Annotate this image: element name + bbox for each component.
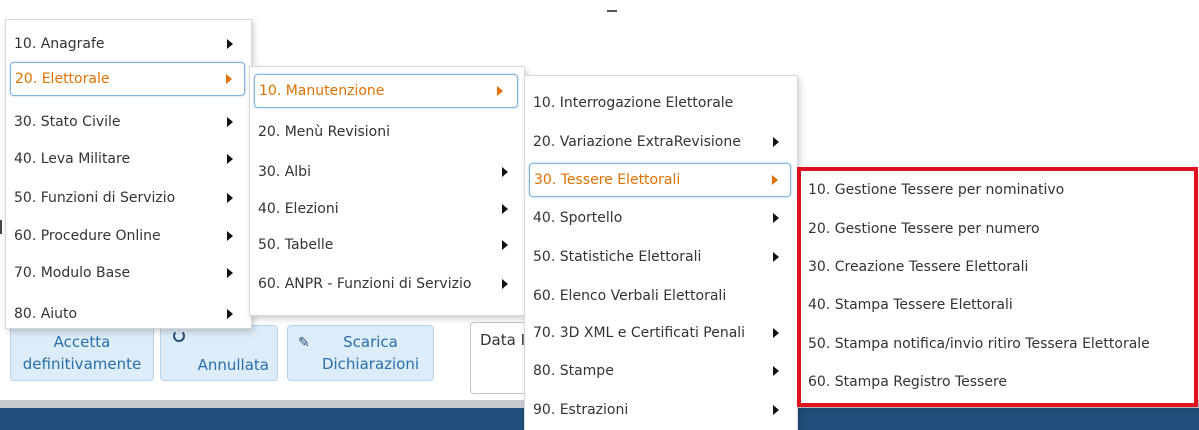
menu-item-label: 40. Elezioni bbox=[258, 201, 339, 217]
menu-item-interrogazione[interactable]: 10. Interrogazione Elettorale bbox=[525, 86, 797, 120]
menu-item-variazione-extrarevisione[interactable]: 20. Variazione ExtraRevisione bbox=[525, 125, 797, 159]
menu-level-2: 10. Manutenzione 20. Menù Revisioni 30. … bbox=[249, 66, 525, 316]
menu-item-label: 60. Elenco Verbali Elettorali bbox=[533, 288, 727, 304]
menu-item-label: 30. Tessere Elettorali bbox=[534, 172, 681, 188]
menu-item-label: 20. Menù Revisioni bbox=[258, 124, 391, 140]
menu-item-label: 40. Sportello bbox=[533, 210, 623, 226]
submenu-arrow-icon bbox=[502, 167, 508, 177]
annullata-label: Annullata bbox=[197, 356, 269, 374]
submenu-arrow-icon bbox=[502, 204, 508, 214]
menu-level-1: 10. Anagrafe 20. Elettorale 30. Stato Ci… bbox=[5, 19, 252, 329]
menu-item-stampa-notifica[interactable]: 50. Stampa notifica/invio ritiro Tessera… bbox=[800, 327, 1196, 361]
submenu-arrow-icon bbox=[227, 39, 233, 49]
menu-level-3: 10. Interrogazione Elettorale 20. Variaz… bbox=[524, 75, 798, 430]
left-edge-mark bbox=[0, 220, 2, 234]
submenu-arrow-icon bbox=[227, 193, 233, 203]
scarica-label-line1: Scarica bbox=[343, 333, 398, 351]
menu-item-tabelle[interactable]: 50. Tabelle bbox=[250, 228, 524, 262]
menu-item-gestione-numero[interactable]: 20. Gestione Tessere per numero bbox=[800, 212, 1196, 246]
menu-item-elezioni[interactable]: 40. Elezioni bbox=[250, 192, 524, 226]
scarica-label-line2: Dichiarazioni bbox=[321, 355, 420, 373]
menu-item-procedure-online[interactable]: 60. Procedure Online bbox=[6, 219, 251, 253]
accetta-label-line2: definitivamente bbox=[22, 355, 142, 373]
menu-item-label: 60. ANPR - Funzioni di Servizio bbox=[258, 276, 472, 292]
menu-item-label: 10. Manutenzione bbox=[259, 83, 385, 99]
menu-item-label: 80. Aiuto bbox=[14, 306, 78, 322]
menu-item-label: 10. Gestione Tessere per nominativo bbox=[808, 182, 1065, 198]
menu-item-label: 90. Estrazioni bbox=[533, 402, 629, 418]
menu-item-leva-militare[interactable]: 40. Leva Militare bbox=[6, 142, 251, 176]
submenu-arrow-icon bbox=[227, 154, 233, 164]
menu-item-creazione-tessere[interactable]: 30. Creazione Tessere Elettorali bbox=[800, 250, 1196, 284]
menu-item-label: 30. Stato Civile bbox=[14, 114, 121, 130]
menu-item-label: 10. Anagrafe bbox=[14, 36, 105, 52]
menu-item-label: 20. Elettorale bbox=[15, 71, 110, 87]
menu-item-label: 50. Stampa notifica/invio ritiro Tessera… bbox=[808, 336, 1150, 352]
menu-item-3d-xml[interactable]: 70. 3D XML e Certificati Penali bbox=[525, 316, 797, 350]
menu-item-gestione-nominativo[interactable]: 10. Gestione Tessere per nominativo bbox=[800, 173, 1196, 207]
accetta-label-line1: Accetta bbox=[53, 333, 111, 351]
menu-item-label: 50. Statistiche Elettorali bbox=[533, 249, 702, 265]
menu-item-elenco-verbali[interactable]: 60. Elenco Verbali Elettorali bbox=[525, 279, 797, 313]
menu-item-label: 70. Modulo Base bbox=[14, 265, 131, 281]
menu-item-label: 20. Gestione Tessere per numero bbox=[808, 221, 1040, 237]
menu-item-label: 60. Procedure Online bbox=[14, 228, 161, 244]
menu-item-sportello[interactable]: 40. Sportello bbox=[525, 201, 797, 235]
submenu-arrow-icon bbox=[502, 279, 508, 289]
menu-item-label: 40. Leva Militare bbox=[14, 151, 131, 167]
submenu-arrow-icon bbox=[773, 213, 779, 223]
submenu-arrow-icon bbox=[497, 86, 503, 96]
menu-item-label: 30. Albi bbox=[258, 164, 311, 180]
data-field-label: Data I bbox=[480, 331, 526, 349]
submenu-arrow-icon bbox=[227, 231, 233, 241]
data-field[interactable]: Data I bbox=[470, 322, 532, 394]
menu-item-funzioni-servizio[interactable]: 50. Funzioni di Servizio bbox=[6, 181, 251, 215]
submenu-arrow-icon bbox=[772, 175, 778, 185]
menu-item-label: 20. Variazione ExtraRevisione bbox=[533, 134, 741, 150]
submenu-arrow-icon bbox=[773, 405, 779, 415]
menu-item-label: 80. Stampe bbox=[533, 363, 614, 379]
refresh-icon bbox=[173, 330, 185, 342]
submenu-arrow-icon bbox=[227, 309, 233, 319]
menu-item-label: 30. Creazione Tessere Elettorali bbox=[808, 259, 1029, 275]
pencil-icon: ✎ bbox=[298, 335, 310, 351]
submenu-arrow-icon bbox=[227, 117, 233, 127]
submenu-arrow-icon bbox=[227, 268, 233, 278]
menu-item-label: 50. Tabelle bbox=[258, 237, 334, 253]
top-divider-mark bbox=[607, 10, 617, 12]
menu-item-label: 50. Funzioni di Servizio bbox=[14, 190, 176, 206]
submenu-arrow-icon bbox=[226, 74, 232, 84]
accetta-definitivamente-button[interactable]: Accetta definitivamente bbox=[10, 325, 154, 381]
menu-item-anpr[interactable]: 60. ANPR - Funzioni di Servizio bbox=[250, 267, 524, 301]
menu-item-stampa-tessere[interactable]: 40. Stampa Tessere Elettorali bbox=[800, 288, 1196, 322]
menu-item-albi[interactable]: 30. Albi bbox=[250, 155, 524, 189]
menu-item-label: 10. Interrogazione Elettorale bbox=[533, 95, 734, 111]
submenu-arrow-icon bbox=[502, 240, 508, 250]
scarica-dichiarazioni-button[interactable]: ✎ Scarica Dichiarazioni bbox=[287, 325, 434, 381]
submenu-arrow-icon bbox=[773, 252, 779, 262]
submenu-arrow-icon bbox=[773, 366, 779, 376]
menu-item-anagrafe[interactable]: 10. Anagrafe bbox=[6, 27, 251, 61]
menu-item-stampe[interactable]: 80. Stampe bbox=[525, 354, 797, 388]
menu-item-tessere-elettorali[interactable]: 30. Tessere Elettorali bbox=[529, 163, 791, 197]
menu-item-elettorale[interactable]: 20. Elettorale bbox=[10, 62, 245, 96]
submenu-arrow-icon bbox=[773, 328, 779, 338]
menu-item-aiuto[interactable]: 80. Aiuto bbox=[6, 297, 251, 331]
menu-item-label: 40. Stampa Tessere Elettorali bbox=[808, 297, 1013, 313]
submenu-arrow-icon bbox=[773, 137, 779, 147]
menu-item-menu-revisioni[interactable]: 20. Menù Revisioni bbox=[250, 115, 524, 149]
menu-item-manutenzione[interactable]: 10. Manutenzione bbox=[254, 74, 518, 108]
menu-item-label: 60. Stampa Registro Tessere bbox=[808, 374, 1008, 390]
menu-item-stato-civile[interactable]: 30. Stato Civile bbox=[6, 105, 251, 139]
menu-level-4: 10. Gestione Tessere per nominativo 20. … bbox=[799, 169, 1197, 405]
menu-item-stampa-registro[interactable]: 60. Stampa Registro Tessere bbox=[800, 365, 1196, 399]
menu-item-statistiche[interactable]: 50. Statistiche Elettorali bbox=[525, 240, 797, 274]
menu-item-label: 70. 3D XML e Certificati Penali bbox=[533, 325, 746, 341]
menu-item-modulo-base[interactable]: 70. Modulo Base bbox=[6, 256, 251, 290]
annullata-button[interactable]: Annullata bbox=[160, 325, 278, 381]
menu-item-estrazioni[interactable]: 90. Estrazioni bbox=[525, 393, 797, 427]
